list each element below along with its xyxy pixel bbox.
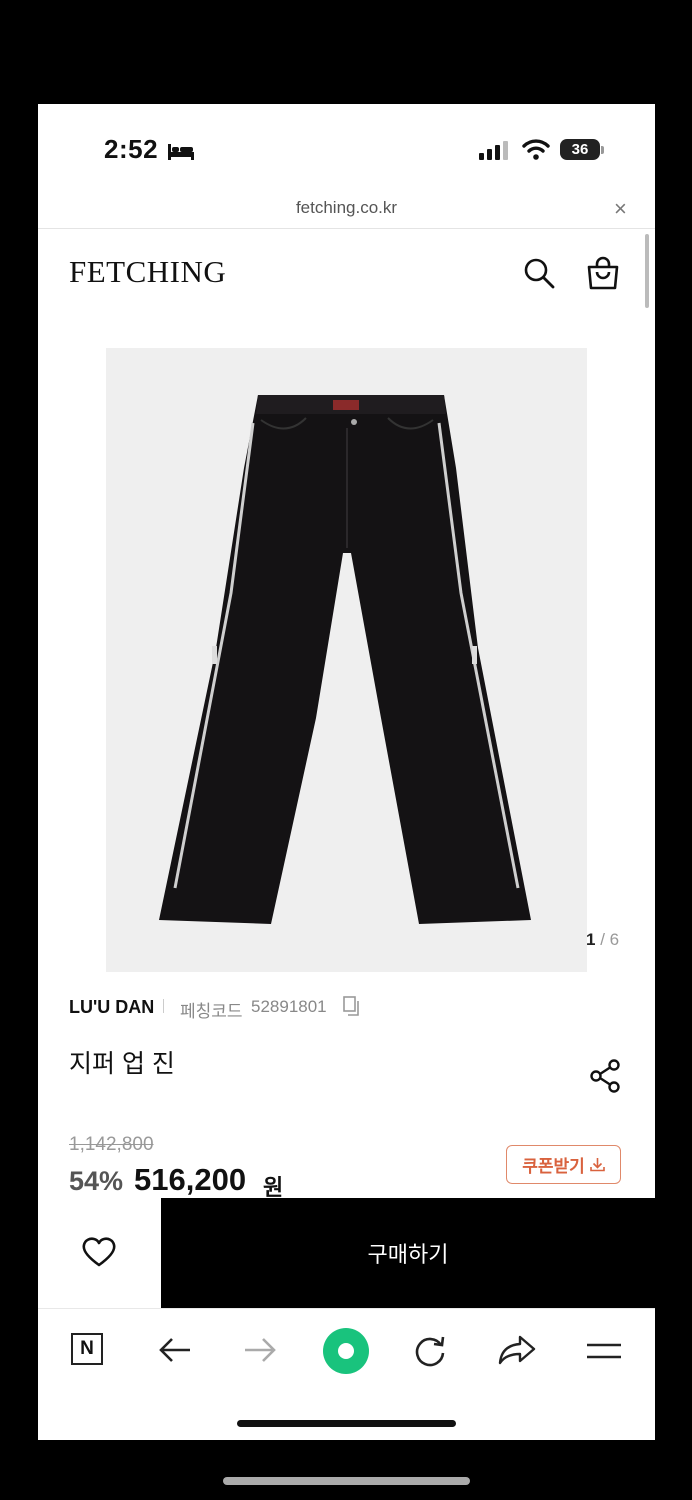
home-circle-icon[interactable]	[322, 1327, 370, 1375]
search-icon[interactable]	[523, 257, 555, 289]
battery-cap	[601, 146, 604, 154]
refresh-icon[interactable]	[413, 1333, 447, 1367]
sale-price: 516,200	[134, 1162, 247, 1197]
status-time: 2:52	[104, 134, 159, 164]
phone-screen: 2:52 36 fetching.co.kr × FETCHING 1 / 6 …	[38, 104, 655, 1440]
back-arrow-icon[interactable]	[158, 1337, 192, 1363]
fetching-code: 52891801	[251, 997, 327, 1016]
home-indicator	[237, 1420, 456, 1427]
image-divider: /	[600, 930, 605, 949]
buy-button[interactable]: 구매하기	[161, 1198, 655, 1308]
menu-icon[interactable]	[586, 1341, 622, 1361]
browser-toolbar: N	[38, 1308, 655, 1440]
heart-icon[interactable]	[81, 1236, 117, 1268]
product-image[interactable]	[106, 348, 587, 972]
browser-url-bar: fetching.co.kr ×	[38, 196, 655, 229]
battery-indicator: 36	[560, 139, 600, 160]
site-logo[interactable]: FETCHING	[69, 254, 226, 290]
coupon-button[interactable]: 쿠폰받기	[506, 1145, 621, 1184]
url-text[interactable]: fetching.co.kr	[38, 198, 655, 218]
product-name: 지퍼 업 진	[69, 1050, 175, 1078]
original-price: 1,142,800	[69, 1134, 154, 1155]
wifi-icon	[522, 139, 550, 160]
jeans-illustration	[159, 395, 531, 924]
copy-icon[interactable]	[342, 996, 362, 1016]
share-icon[interactable]	[590, 1059, 622, 1093]
image-total: 6	[609, 930, 620, 949]
naver-n-button[interactable]: N	[71, 1333, 103, 1365]
bag-icon[interactable]	[586, 256, 620, 290]
coupon-label: 쿠폰받기	[522, 1157, 585, 1176]
outer-home-indicator	[223, 1477, 470, 1485]
download-icon	[589, 1158, 605, 1172]
forward-arrow-icon[interactable]	[243, 1337, 277, 1363]
status-bar: 2:52 36	[38, 104, 655, 196]
image-counter: 1 / 6	[586, 930, 619, 950]
share-arrow-icon[interactable]	[498, 1335, 536, 1365]
fetching-code-label: 페칭코드	[180, 1002, 243, 1021]
brand-name[interactable]: LU'U DAN	[69, 997, 154, 1018]
close-icon[interactable]: ×	[614, 196, 627, 222]
image-current: 1	[586, 930, 596, 949]
signal-icon	[479, 141, 508, 160]
bed-icon	[168, 144, 194, 160]
discount-rate: 54%	[69, 1166, 124, 1196]
divider	[163, 999, 164, 1013]
page-scrollbar[interactable]	[645, 234, 649, 308]
